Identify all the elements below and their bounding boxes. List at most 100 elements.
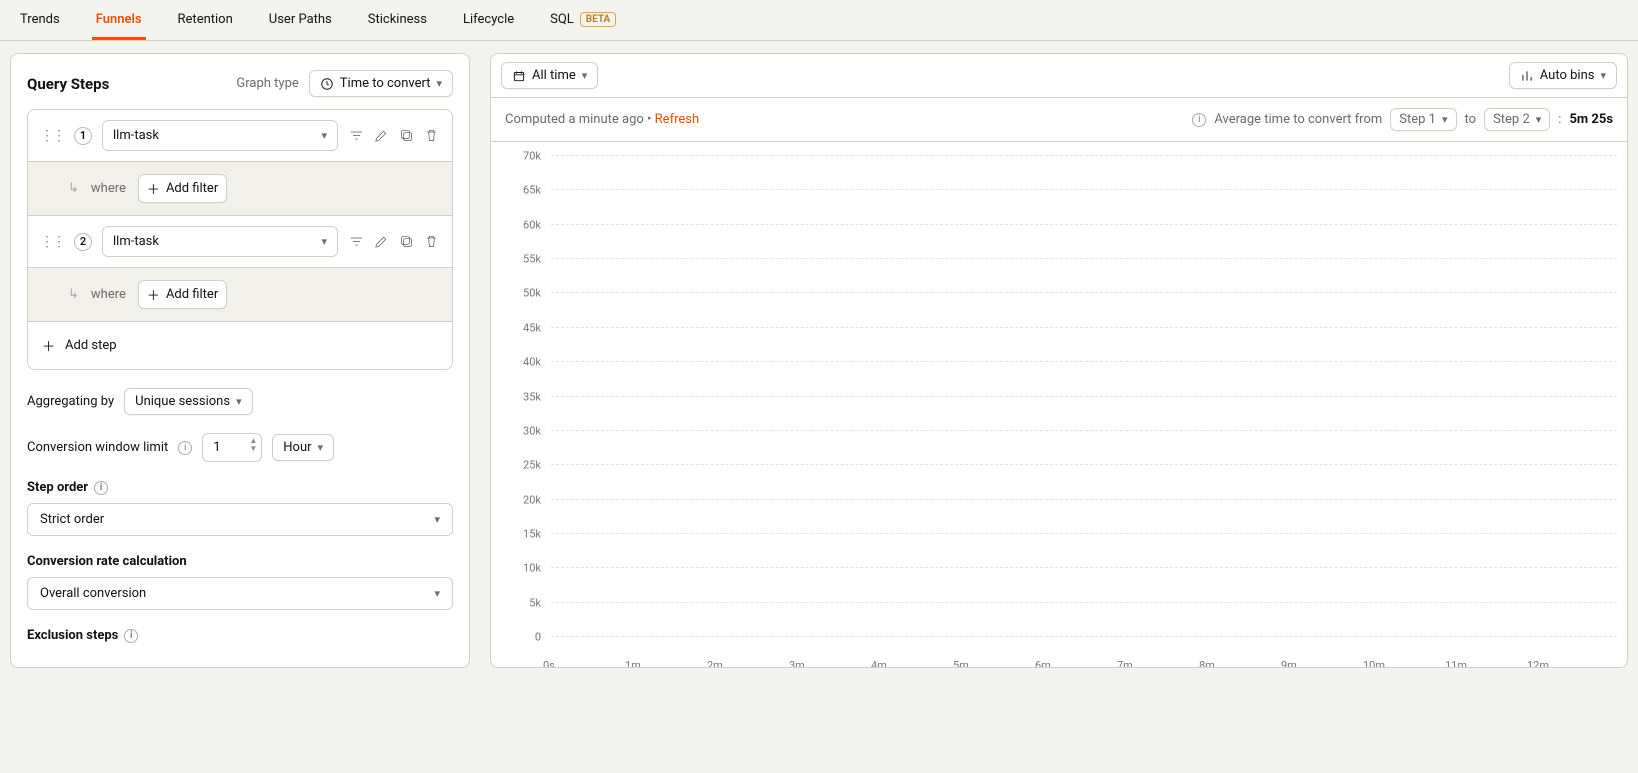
step-1-add-filter-button[interactable]: ＋ Add filter (138, 174, 227, 203)
refresh-button[interactable]: Refresh (655, 112, 699, 127)
step-number-1: 1 (74, 127, 92, 145)
bar-percent-label: 2.8% (1125, 643, 1202, 656)
grid-line (551, 602, 1617, 603)
step-2-event-select[interactable]: llm-task ▾ (102, 226, 338, 257)
bar-percent-label: 1.7% (1371, 643, 1448, 656)
chevron-down-icon: ▾ (321, 129, 327, 142)
trash-icon[interactable] (423, 233, 440, 250)
graph-type-label: Graph type (236, 76, 298, 91)
tab-stickiness[interactable]: Stickiness (364, 0, 431, 40)
copy-icon[interactable] (398, 127, 415, 144)
bar-percent-label: 2.3% (1207, 643, 1284, 656)
add-step-button[interactable]: ＋ Add step (28, 321, 452, 369)
bar-percent-label: 12.3% (715, 643, 792, 656)
where-label: where (91, 287, 126, 302)
time-range-select[interactable]: All time ▾ (501, 62, 598, 89)
add-filter-label: Add filter (166, 287, 218, 302)
aggregating-by-select[interactable]: Unique sessions ▾ (124, 388, 252, 415)
info-icon[interactable]: i (178, 441, 192, 455)
subdirectory-arrow-icon: ↳ (68, 181, 79, 196)
step-1-event-select[interactable]: llm-task ▾ (102, 120, 338, 151)
dot-separator: • (647, 112, 655, 127)
step-1-event-value: llm-task (113, 128, 159, 143)
query-steps-panel: Query Steps Graph type Time to convert ▾… (10, 53, 470, 668)
bins-select[interactable]: Auto bins ▾ (1509, 62, 1617, 89)
bar-percent-label: 5.8% (879, 643, 956, 656)
y-tick: 55k (523, 253, 541, 266)
step-2-add-filter-button[interactable]: ＋ Add filter (138, 280, 227, 309)
info-icon[interactable]: i (94, 481, 108, 495)
conversion-window-unit-select[interactable]: Hour ▾ (272, 434, 334, 461)
grid-line (551, 636, 1617, 637)
filter-icon[interactable] (348, 233, 365, 250)
tab-funnels[interactable]: Funnels (92, 0, 146, 40)
plus-icon: ＋ (147, 179, 160, 198)
number-stepper-icon[interactable]: ▲▼ (249, 437, 257, 453)
chevron-down-icon: ▾ (582, 69, 588, 82)
conversion-window-value: 1 (213, 440, 220, 455)
grid-line (551, 396, 1617, 397)
tab-trends[interactable]: Trends (16, 0, 64, 40)
bar-chart-icon (1520, 69, 1534, 83)
trash-icon[interactable] (423, 127, 440, 144)
grid-line (551, 224, 1617, 225)
tab-sql[interactable]: SQL BETA (546, 0, 620, 40)
y-tick: 15k (523, 527, 541, 540)
clock-icon (320, 77, 334, 91)
tab-retention[interactable]: Retention (174, 0, 237, 40)
to-step-value: Step 2 (1493, 112, 1530, 127)
conversion-window-label: Conversion window limit (27, 440, 168, 455)
chevron-down-icon: ▾ (434, 513, 440, 526)
copy-icon[interactable] (398, 233, 415, 250)
from-step-select[interactable]: Step 1 ▾ (1390, 108, 1456, 131)
filter-icon[interactable] (348, 127, 365, 144)
to-label: to (1465, 112, 1477, 127)
edit-icon[interactable] (373, 233, 390, 250)
drag-handle-icon[interactable]: ⋮⋮ (40, 234, 64, 250)
tab-lifecycle[interactable]: Lifecycle (459, 0, 518, 40)
step-row-2: ⋮⋮ 2 llm-task ▾ (28, 215, 452, 267)
conversion-rate-calc-value: Overall conversion (40, 586, 146, 601)
y-tick: 40k (523, 356, 541, 369)
y-tick: 35k (523, 390, 541, 403)
step-row-1: ⋮⋮ 1 llm-task ▾ (28, 110, 452, 161)
y-tick: 45k (523, 321, 541, 334)
step-2-event-value: llm-task (113, 234, 159, 249)
grid-line (551, 533, 1617, 534)
chevron-down-icon: ▾ (236, 395, 242, 408)
step-order-select[interactable]: Strict order ▾ (27, 503, 453, 536)
grid-line (551, 567, 1617, 568)
computed-label: Computed a minute ago (505, 112, 644, 127)
y-tick: 70k (523, 150, 541, 163)
subdirectory-arrow-icon: ↳ (68, 287, 79, 302)
info-icon[interactable]: i (124, 629, 138, 643)
y-tick: 65k (523, 184, 541, 197)
from-step-value: Step 1 (1399, 112, 1436, 127)
avg-time-label: Average time to convert from (1214, 112, 1382, 127)
info-icon[interactable]: i (1192, 113, 1206, 127)
to-step-select[interactable]: Step 2 ▾ (1484, 108, 1550, 131)
step-order-value: Strict order (40, 512, 104, 527)
beta-badge: BETA (580, 12, 616, 27)
drag-handle-icon[interactable]: ⋮⋮ (40, 128, 64, 144)
bar-percent-label: 1.5% (1453, 643, 1530, 656)
grid-line (551, 430, 1617, 431)
bar-percent-label: 22.2% (551, 643, 628, 656)
add-step-label: Add step (65, 338, 117, 353)
graph-type-select[interactable]: Time to convert ▾ (309, 70, 453, 97)
conversion-window-input[interactable]: 1 ▲▼ (202, 433, 262, 462)
y-tick: 0 (535, 631, 541, 644)
step-2-where-row: ↳ where ＋ Add filter (28, 267, 452, 321)
edit-icon[interactable] (373, 127, 390, 144)
y-tick: 50k (523, 287, 541, 300)
y-tick: 25k (523, 459, 541, 472)
insight-tabs: Trends Funnels Retention User Paths Stic… (0, 0, 1638, 41)
step-1-where-row: ↳ where ＋ Add filter (28, 161, 452, 215)
tab-user-paths[interactable]: User Paths (265, 0, 336, 40)
where-label: where (91, 181, 126, 196)
conversion-rate-calc-select[interactable]: Overall conversion ▾ (27, 577, 453, 610)
time-range-value: All time (532, 68, 576, 83)
plus-icon: ＋ (147, 285, 160, 304)
y-tick: 5k (529, 596, 541, 609)
grid-line (551, 499, 1617, 500)
